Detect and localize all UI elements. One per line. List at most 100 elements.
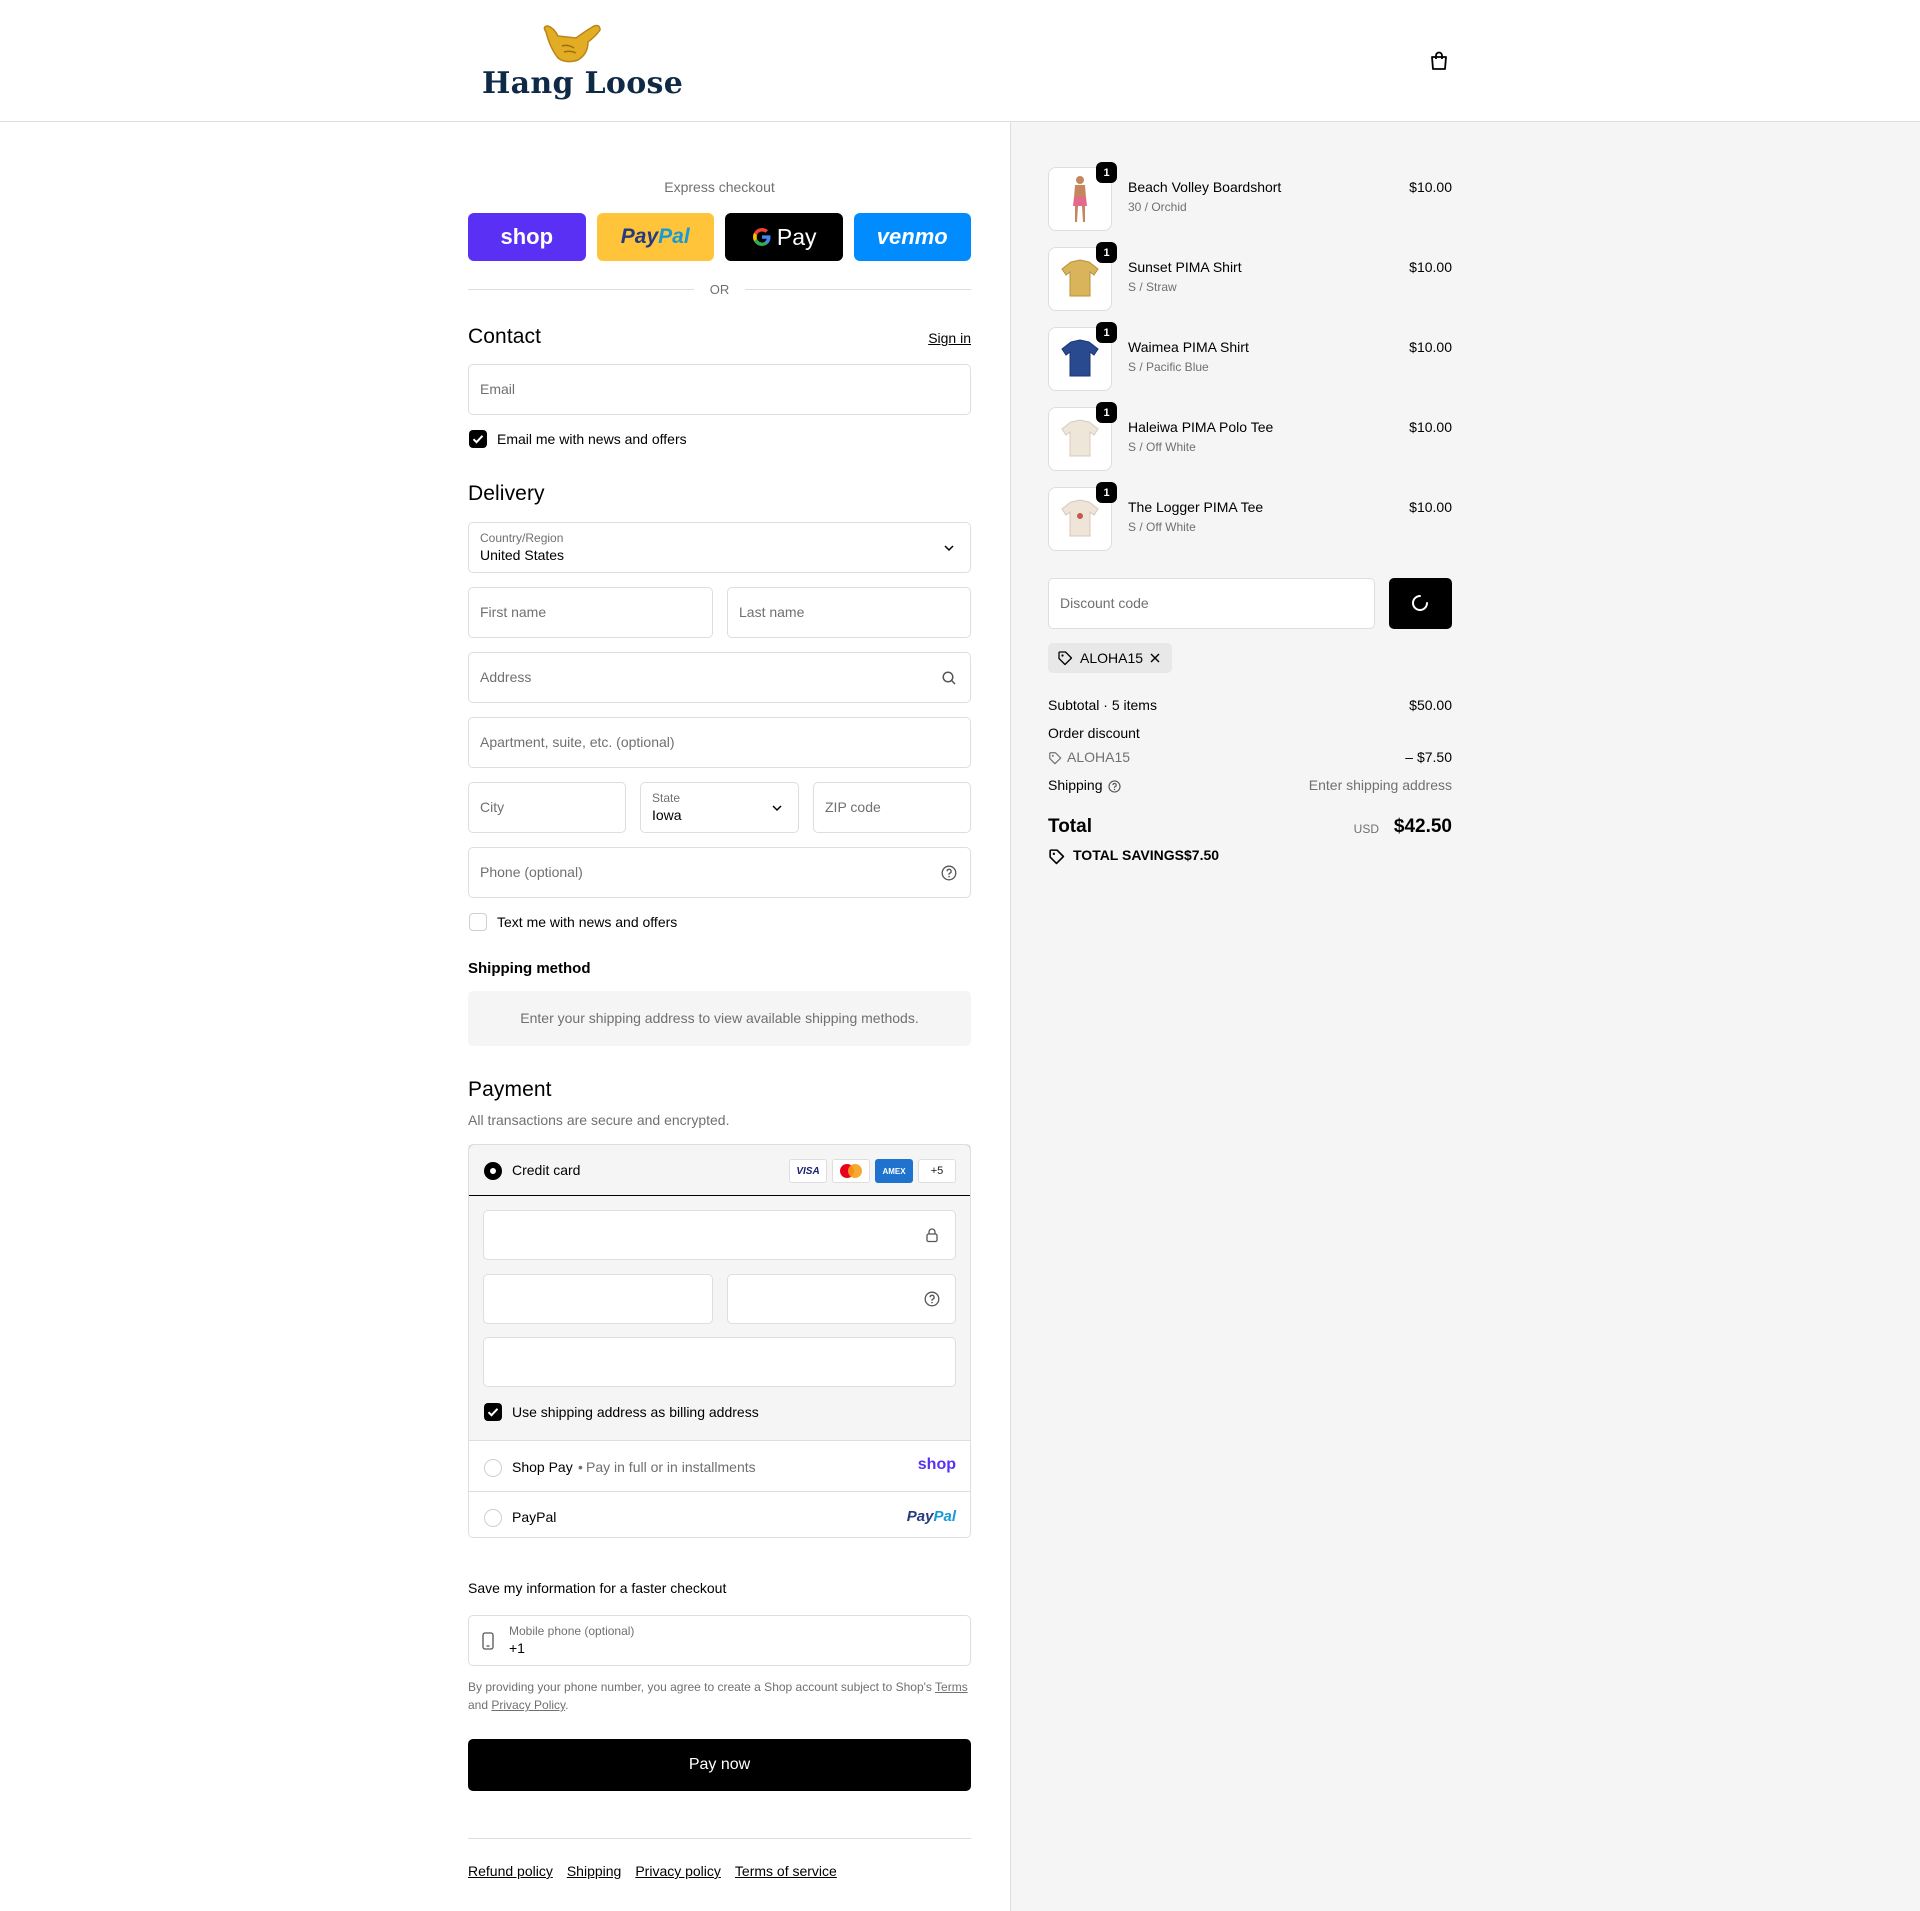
pay-now-button[interactable]: Pay now [468, 1739, 971, 1791]
shipping-method-message: Enter your shipping address to view avai… [468, 991, 971, 1046]
privacy-policy-link[interactable]: Privacy Policy [491, 1698, 565, 1712]
shop-pay-logo: shop [917, 1456, 956, 1473]
checkmark-icon [487, 1408, 499, 1417]
google-g-icon [752, 228, 771, 246]
product-thumbnail: 1 [1048, 242, 1117, 311]
venmo-express-button[interactable]: venmo [853, 213, 971, 261]
google-pay-express-button[interactable]: Pay [725, 213, 843, 261]
email-news-checkbox[interactable] [469, 430, 487, 448]
expiration-date-field[interactable] [483, 1274, 713, 1324]
paypal-logo-part1: Pay [620, 225, 659, 248]
shopping-bag-icon[interactable] [1428, 50, 1450, 72]
footer-divider [468, 1838, 971, 1839]
text-news-checkbox[interactable] [469, 913, 487, 931]
paypal-radio[interactable] [484, 1509, 502, 1527]
credit-card-label: Credit card [512, 1162, 581, 1178]
apartment-field[interactable]: Apartment, suite, etc. (optional) [468, 717, 971, 768]
country-select[interactable]: Country/Region United States [468, 522, 971, 573]
name-on-card-field[interactable] [483, 1337, 956, 1387]
paypal-label: PayPal [512, 1509, 557, 1525]
total-savings-value: $7.50 [1184, 847, 1220, 863]
legal-text-3: . [565, 1698, 569, 1712]
item-name: Sunset PIMA Shirt [1128, 259, 1242, 275]
shipping-row: Shipping Enter shipping address [1048, 777, 1452, 793]
cart-item: 1 Sunset PIMA Shirt S / Straw $10.00 [1048, 242, 1452, 311]
country-label: Country/Region [480, 531, 564, 545]
shaka-hand-icon [543, 24, 601, 63]
product-thumbnail: 1 [1048, 482, 1117, 551]
quantity-badge: 1 [1096, 242, 1117, 263]
save-info-heading: Save my information for a faster checkou… [468, 1580, 727, 1596]
terms-of-service-link[interactable]: Terms of service [735, 1863, 837, 1879]
state-select[interactable]: State Iowa [640, 782, 799, 833]
product-thumbnail: 1 [1048, 402, 1117, 471]
terms-link[interactable]: Terms [935, 1680, 968, 1694]
first-name-field[interactable]: First name [468, 587, 713, 638]
subtotal-label: Subtotal · 5 items [1048, 697, 1157, 713]
express-checkout-buttons: shop Pay Pal Pay venmo [468, 213, 971, 261]
privacy-policy-footer-link[interactable]: Privacy policy [635, 1863, 721, 1879]
billing-same-label: Use shipping address as billing address [512, 1404, 759, 1420]
billing-same-checkbox[interactable] [484, 1403, 502, 1421]
legal-text-1: By providing your phone number, you agre… [468, 1680, 932, 1694]
security-code-field[interactable] [727, 1274, 956, 1324]
zip-field[interactable]: ZIP code [813, 782, 971, 833]
refund-policy-link[interactable]: Refund policy [468, 1863, 553, 1879]
close-icon[interactable] [1148, 651, 1162, 665]
mobile-phone-field[interactable]: Mobile phone (optional) +1 [468, 1615, 971, 1666]
cart-item: 1 Beach Volley Boardshort 30 / Orchid $1… [1048, 162, 1452, 231]
or-divider: OR [468, 279, 971, 299]
total-row: Total $42.50 USD [1048, 816, 1452, 842]
quantity-badge: 1 [1096, 322, 1117, 343]
phone-placeholder: Phone (optional) [480, 864, 583, 880]
paypal-option[interactable]: PayPal PayPal [469, 1492, 970, 1537]
apply-discount-button[interactable] [1389, 578, 1452, 629]
help-circle-icon[interactable] [1108, 780, 1121, 793]
cart-item: 1 Waimea PIMA Shirt S / Pacific Blue $10… [1048, 322, 1452, 391]
store-logo[interactable]: Hang Loose [480, 22, 683, 102]
shop-pay-radio[interactable] [484, 1459, 502, 1477]
discount-code-field[interactable]: Discount code [1048, 578, 1375, 629]
mobile-phone-value: +1 [509, 1640, 525, 1656]
google-pay-label: Pay [776, 223, 817, 250]
help-circle-icon[interactable] [941, 865, 957, 881]
item-price: $10.00 [1409, 419, 1452, 435]
mastercard-circles [840, 1164, 862, 1178]
delivery-heading: Delivery [468, 482, 545, 505]
shop-pay-option[interactable]: Shop Pay • Pay in full or in installment… [469, 1442, 970, 1492]
payment-methods: Credit card VISA AMEX +5 Use shipping ad… [468, 1144, 971, 1538]
cart-item: 1 The Logger PIMA Tee S / Off White $10.… [1048, 482, 1452, 551]
subtotal-value: $50.00 [1409, 697, 1452, 713]
shipping-label: Shipping [1048, 777, 1103, 793]
credit-card-option[interactable]: Credit card VISA AMEX +5 [469, 1145, 970, 1196]
visa-icon: VISA [789, 1159, 827, 1183]
paypal-logo-part2: Pal [658, 225, 690, 248]
order-discount-row: Order discount [1048, 725, 1452, 741]
order-discount-label: Order discount [1048, 725, 1140, 741]
mobile-phone-label: Mobile phone (optional) [509, 1624, 635, 1638]
last-name-field[interactable]: Last name [727, 587, 971, 638]
city-field[interactable]: City [468, 782, 626, 833]
shipping-policy-link[interactable]: Shipping [567, 1863, 622, 1879]
phone-field[interactable]: Phone (optional) [468, 847, 971, 898]
quantity-badge: 1 [1096, 402, 1117, 423]
address-field[interactable]: Address [468, 652, 971, 703]
text-news-label: Text me with news and offers [497, 914, 678, 930]
discount-value: – $7.50 [1405, 749, 1452, 765]
shop-pay-express-button[interactable]: shop [468, 213, 586, 261]
total-savings-label: TOTAL SAVINGS [1073, 847, 1184, 863]
sign-in-link[interactable]: Sign in [928, 330, 971, 346]
tag-icon [1058, 651, 1073, 666]
credit-card-radio[interactable] [484, 1162, 502, 1180]
item-name: Waimea PIMA Shirt [1128, 339, 1249, 355]
card-number-field[interactable] [483, 1210, 956, 1260]
zip-placeholder: ZIP code [825, 799, 881, 815]
tag-icon [1049, 849, 1065, 865]
item-price: $10.00 [1409, 339, 1452, 355]
email-field[interactable]: Email [468, 364, 971, 415]
footer-links: Refund policy Shipping Privacy policy Te… [468, 1863, 837, 1879]
paypal-express-button[interactable]: Pay Pal [596, 213, 714, 261]
discount-code-placeholder: Discount code [1060, 595, 1149, 611]
item-price: $10.00 [1409, 179, 1452, 195]
help-circle-icon[interactable] [924, 1291, 940, 1307]
